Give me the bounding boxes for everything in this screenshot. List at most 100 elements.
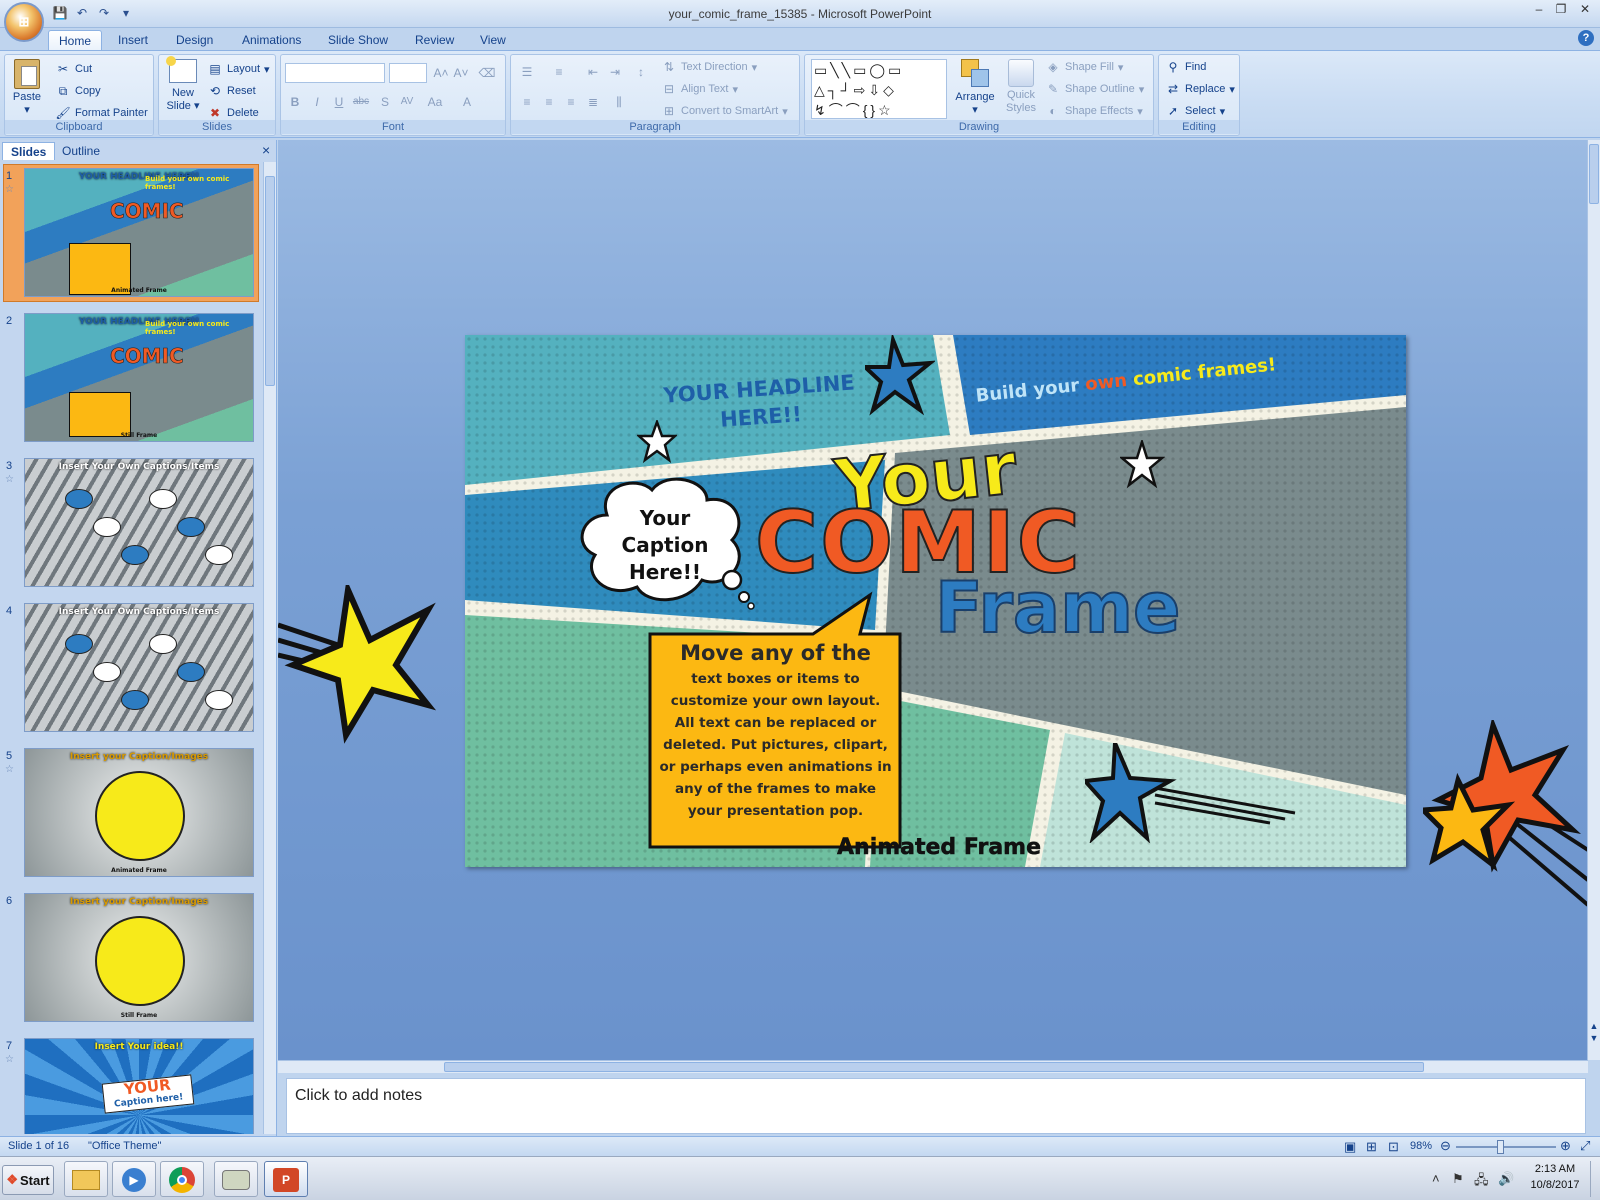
new-slide-button[interactable]: New Slide ▾ <box>163 56 203 113</box>
office-button[interactable]: ⊞ <box>4 2 44 42</box>
grow-font-icon[interactable]: A˄ <box>431 64 451 82</box>
increase-indent-icon[interactable]: ⇥ <box>605 63 625 81</box>
shrink-font-icon[interactable]: A˅ <box>451 64 471 82</box>
white-star-right-shape[interactable] <box>1120 440 1165 490</box>
reset-button[interactable]: ⟲ Reset <box>207 81 256 101</box>
line-spacing-icon[interactable]: ↕ <box>631 63 651 81</box>
slide-thumbnail[interactable]: Insert your Caption/Images Animated Frame <box>24 748 254 877</box>
show-hidden-icons-icon[interactable]: ˄ <box>1432 1171 1440 1186</box>
pane-scrollbar[interactable] <box>263 162 276 1134</box>
yellow-star-shape[interactable] <box>278 585 448 745</box>
prev-next-slide-icons[interactable]: ▲ ▼ <box>1588 1020 1600 1044</box>
tab-slide-show[interactable]: Slide Show <box>318 30 398 50</box>
slide-thumbnail[interactable]: Insert Your Own Captions/Items <box>24 458 254 587</box>
media-player-taskbar-button[interactable]: ▶ <box>112 1161 156 1197</box>
zoom-out-icon[interactable]: ⊖ <box>1440 1138 1451 1154</box>
tab-design[interactable]: Design <box>166 30 223 50</box>
shadow-icon[interactable]: S <box>375 93 395 111</box>
align-right-icon[interactable]: ≡ <box>561 93 581 111</box>
slide-thumbnail[interactable]: YOUR HEADLINE HERE!! COMIC Build your own … <box>24 313 254 442</box>
title-frame-text[interactable]: Frame <box>934 566 1182 650</box>
copy-button[interactable]: ⧉ Copy <box>55 81 101 101</box>
tab-outline[interactable]: Outline <box>54 142 108 160</box>
slideshow-view-icon[interactable]: ⊡ <box>1388 1139 1399 1155</box>
clear-formatting-icon[interactable]: ⌫ <box>477 64 497 82</box>
chrome-taskbar-button[interactable] <box>160 1161 204 1197</box>
pane-scroll-thumb[interactable] <box>265 176 275 386</box>
restore-icon[interactable]: ❐ <box>1552 2 1570 18</box>
volume-icon[interactable]: 🔊 <box>1498 1171 1514 1187</box>
change-case-icon[interactable]: Aa <box>425 93 445 111</box>
editor-vertical-scrollbar[interactable]: ▲ ▼ <box>1587 140 1600 1060</box>
speech-box-text[interactable]: Move any of the text boxes or items to cu… <box>653 638 898 822</box>
zoom-slider[interactable] <box>1456 1146 1556 1148</box>
fit-to-window-icon[interactable]: ⤢ <box>1580 1138 1590 1154</box>
underline-icon[interactable]: U <box>329 93 349 111</box>
tab-animations[interactable]: Animations <box>232 30 311 50</box>
zoom-in-icon[interactable]: ⊕ <box>1560 1138 1571 1154</box>
quick-styles-button[interactable]: Quick Styles <box>1001 59 1041 115</box>
action-center-icon[interactable]: ⚑ <box>1452 1171 1464 1187</box>
minimize-icon[interactable]: – <box>1530 2 1548 18</box>
arrange-button[interactable]: Arrange ▾ <box>953 59 997 117</box>
orange-star-shape[interactable] <box>1423 720 1593 920</box>
pane-close-icon[interactable]: × <box>262 142 270 158</box>
font-size-combo[interactable] <box>389 63 427 83</box>
convert-smartart-button[interactable]: ⊞ Convert to SmartArt ▾ <box>661 101 788 121</box>
network-icon[interactable]: 🖧 <box>1474 1171 1489 1193</box>
slide-sorter-icon[interactable]: ⊞ <box>1366 1139 1377 1155</box>
help-icon[interactable]: ? <box>1578 30 1594 46</box>
paste-button[interactable]: Paste ▾ <box>9 59 45 117</box>
shapes-gallery[interactable]: ▭╲╲▭◯▭ △┐┘⇨⇩◇ ↯⌒⌒{}☆ <box>811 59 947 119</box>
close-icon[interactable]: ✕ <box>1576 2 1594 18</box>
normal-view-icon[interactable]: ▣ <box>1344 1139 1356 1155</box>
layout-button[interactable]: ▤ Layout ▾ <box>207 59 269 79</box>
slide-thumbnail[interactable]: YOUR HEADLINE HERE!! COMIC Build your own … <box>24 168 254 297</box>
shape-effects-button[interactable]: ◐ Shape Effects ▾ <box>1045 101 1142 121</box>
decrease-indent-icon[interactable]: ⇤ <box>583 63 603 81</box>
font-name-combo[interactable] <box>285 63 385 83</box>
tab-slides[interactable]: Slides <box>2 142 56 160</box>
show-desktop-button[interactable] <box>1590 1161 1600 1197</box>
replace-button[interactable]: ⇄ Replace ▾ <box>1165 79 1235 99</box>
zoom-slider-thumb[interactable] <box>1497 1140 1504 1154</box>
italic-icon[interactable]: I <box>307 93 327 111</box>
numbering-icon[interactable]: ≡ <box>549 63 569 81</box>
blue-star-bottom-shape[interactable] <box>1085 743 1305 843</box>
notes-pane[interactable]: Click to add notes <box>286 1078 1586 1134</box>
slide-thumbnail[interactable]: Insert Your idea!! YOUR Caption here! <box>24 1038 254 1134</box>
shape-outline-button[interactable]: ✎ Shape Outline ▾ <box>1045 79 1144 99</box>
bold-icon[interactable]: B <box>285 93 305 111</box>
zoom-level[interactable]: 98% <box>1410 1140 1432 1152</box>
text-direction-button[interactable]: ⇅ Text Direction ▾ <box>661 57 757 77</box>
animated-frame-text[interactable]: Animated Frame <box>837 835 1042 861</box>
shape-fill-button[interactable]: ◈ Shape Fill ▾ <box>1045 57 1123 77</box>
find-button[interactable]: ⚲ Find <box>1165 57 1207 77</box>
start-button[interactable]: ❖ Start <box>2 1165 54 1195</box>
slide-thumbnail[interactable]: Insert your Caption/Images Still Frame <box>24 893 254 1022</box>
app-taskbar-button[interactable] <box>214 1161 258 1197</box>
font-color-icon[interactable]: A <box>457 93 477 111</box>
explorer-taskbar-button[interactable] <box>64 1161 108 1197</box>
clock[interactable]: 2:13 AM 10/8/2017 <box>1520 1161 1590 1193</box>
slide-thumbnail[interactable]: Insert Your Own Captions/Items <box>24 603 254 732</box>
tab-home[interactable]: Home <box>48 30 103 50</box>
powerpoint-taskbar-button[interactable]: P <box>264 1161 308 1197</box>
editor-horizontal-scrollbar[interactable] <box>278 1060 1588 1073</box>
bullets-icon[interactable]: ☰ <box>517 63 537 81</box>
tab-insert[interactable]: Insert <box>108 30 158 50</box>
align-text-button[interactable]: ⊟ Align Text ▾ <box>661 79 738 99</box>
tab-view[interactable]: View <box>470 30 516 50</box>
cloud-caption-text[interactable]: Your Caption Here!! <box>605 505 725 586</box>
tab-review[interactable]: Review <box>405 30 464 50</box>
select-button[interactable]: ➚ Select ▾ <box>1165 101 1225 121</box>
char-spacing-icon[interactable]: AV <box>397 93 417 111</box>
h-scroll-thumb[interactable] <box>444 1062 1424 1072</box>
slide-canvas[interactable]: Your Caption Here!! YOUR HEADLINE HERE!!… <box>465 335 1406 867</box>
strikethrough-icon[interactable]: abc <box>351 93 371 111</box>
align-left-icon[interactable]: ≡ <box>517 93 537 111</box>
justify-icon[interactable]: ≣ <box>583 93 603 111</box>
editor-scroll-thumb[interactable] <box>1589 144 1599 204</box>
cut-button[interactable]: ✂ Cut <box>55 59 92 79</box>
align-center-icon[interactable]: ≡ <box>539 93 559 111</box>
